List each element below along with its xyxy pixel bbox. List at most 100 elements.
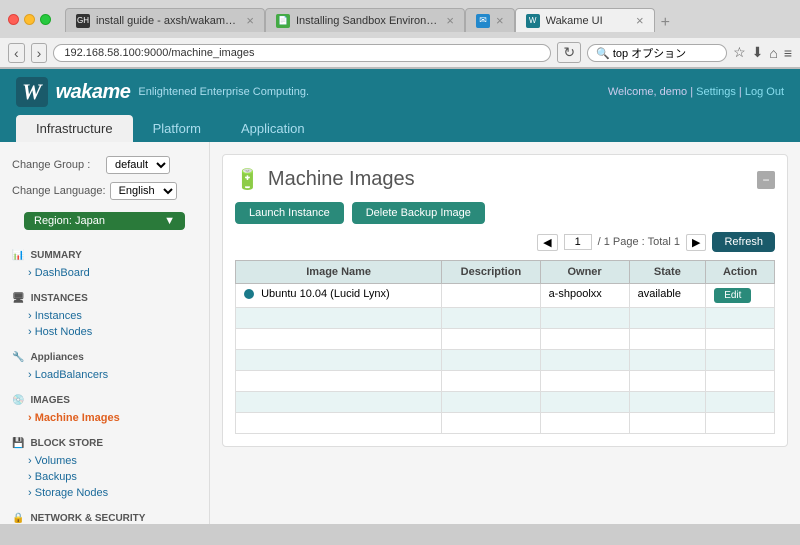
sidebar-item-hostnodes[interactable]: Host Nodes bbox=[0, 324, 209, 340]
tab-2[interactable]: 📄 Installing Sandbox Environment ... × bbox=[265, 8, 465, 32]
tab-favicon-4: W bbox=[526, 14, 540, 28]
edit-button[interactable]: Edit bbox=[714, 288, 751, 303]
page-number-input[interactable] bbox=[564, 234, 592, 250]
nav-tabs: Infrastructure Platform Application bbox=[0, 115, 800, 142]
logo-w-icon: W bbox=[22, 79, 42, 105]
table-row-empty-3 bbox=[236, 350, 775, 371]
summary-section-title: 📊 SUMMARY bbox=[0, 246, 209, 265]
tab-infrastructure[interactable]: Infrastructure bbox=[16, 115, 133, 142]
menu-icon[interactable]: ≡ bbox=[784, 45, 792, 61]
cell-image-name: Ubuntu 10.04 (Lucid Lynx) bbox=[236, 284, 442, 308]
sidebar-item-machineimages[interactable]: Machine Images bbox=[0, 410, 209, 426]
total-pages: / 1 Page : Total 1 bbox=[598, 236, 680, 248]
sidebar-section-appliances: 🔧 Appliances LoadBalancers bbox=[0, 348, 209, 383]
content-card: 🔋 Machine Images − Launch Instance Delet… bbox=[222, 154, 788, 447]
forward-button[interactable]: › bbox=[31, 43, 48, 63]
logo-area: W wakame Enlightened Enterprise Computin… bbox=[16, 77, 309, 107]
col-state: State bbox=[629, 261, 706, 284]
launch-instance-button[interactable]: Launch Instance bbox=[235, 202, 344, 224]
main-content: 🔋 Machine Images − Launch Instance Delet… bbox=[210, 142, 800, 524]
region-select[interactable]: Region: Japan ▼ bbox=[24, 212, 185, 230]
prev-page-button[interactable]: ◀ bbox=[537, 234, 557, 251]
change-group-control: Change Group : default bbox=[0, 152, 209, 178]
sidebar-item-storagenodes[interactable]: Storage Nodes bbox=[0, 485, 209, 501]
minimize-button[interactable] bbox=[24, 14, 35, 25]
sidebar-item-instances[interactable]: Instances bbox=[0, 308, 209, 324]
table-row-empty-6 bbox=[236, 413, 775, 434]
table-row: Ubuntu 10.04 (Lucid Lynx) a-shpoolxx ava… bbox=[236, 284, 775, 308]
browser-chrome: GH install guide - axsh/wakame-... × 📄 I… bbox=[0, 0, 800, 69]
pagination-bar: ◀ / 1 Page : Total 1 ▶ Refresh bbox=[235, 232, 775, 252]
reload-button[interactable]: ↻ bbox=[557, 42, 581, 63]
sidebar: Change Group : default Change Language: … bbox=[0, 142, 210, 524]
tab-title-2: Installing Sandbox Environment ... bbox=[296, 15, 440, 27]
browser-search-input[interactable] bbox=[587, 44, 727, 62]
sidebar-item-loadbalancers[interactable]: LoadBalancers bbox=[0, 367, 209, 383]
tab-application[interactable]: Application bbox=[221, 115, 325, 142]
image-icon: 💿 bbox=[12, 395, 24, 406]
address-input[interactable] bbox=[53, 44, 551, 62]
tab-platform[interactable]: Platform bbox=[133, 115, 221, 142]
content-title-area: 🔋 Machine Images bbox=[235, 167, 415, 192]
delete-backup-button[interactable]: Delete Backup Image bbox=[352, 202, 485, 224]
lock-icon: 🔒 bbox=[12, 513, 24, 524]
sidebar-item-dashboard[interactable]: DashBoard bbox=[0, 265, 209, 281]
tab-close-4[interactable]: × bbox=[636, 13, 644, 28]
content-header: 🔋 Machine Images − bbox=[235, 167, 775, 192]
tab-close-1[interactable]: × bbox=[246, 13, 254, 28]
instances-section-title: 🖥 INSTANCES bbox=[0, 289, 209, 308]
maximize-button[interactable] bbox=[40, 14, 51, 25]
cell-action: Edit bbox=[706, 284, 775, 308]
sidebar-section-blockstore: 💾 BLOCK STORE Volumes Backups Storage No… bbox=[0, 434, 209, 501]
tab-close-3[interactable]: × bbox=[496, 13, 504, 28]
logout-link[interactable]: Log Out bbox=[745, 86, 784, 98]
next-page-button[interactable]: ▶ bbox=[686, 234, 706, 251]
tab-title-4: Wakame UI bbox=[546, 15, 630, 27]
new-tab-button[interactable]: + bbox=[655, 14, 676, 32]
sidebar-section-instances: 🖥 INSTANCES Instances Host Nodes bbox=[0, 289, 209, 340]
appliance-icon: 🔧 bbox=[12, 352, 24, 363]
star-icon[interactable]: ☆ bbox=[733, 44, 746, 61]
tab-3[interactable]: ✉ × bbox=[465, 8, 515, 32]
cell-description bbox=[442, 284, 540, 308]
chart-icon: 📊 bbox=[12, 250, 24, 261]
back-button[interactable]: ‹ bbox=[8, 43, 25, 63]
sidebar-item-backups[interactable]: Backups bbox=[0, 469, 209, 485]
tab-favicon-3: ✉ bbox=[476, 14, 490, 28]
cell-state: available bbox=[629, 284, 706, 308]
change-group-select[interactable]: default bbox=[106, 156, 170, 174]
browser-addressbar: ‹ › ↻ ☆ ⬇ ⌂ ≡ bbox=[0, 38, 800, 68]
collapse-button[interactable]: − bbox=[757, 171, 775, 189]
header-user-info: Welcome, demo | Settings | Log Out bbox=[608, 86, 784, 98]
close-button[interactable] bbox=[8, 14, 19, 25]
network-section-title: 🔒 NETWORK & SECURITY bbox=[0, 509, 209, 524]
download-icon[interactable]: ⬇ bbox=[752, 44, 764, 61]
content-actions: Launch Instance Delete Backup Image bbox=[235, 202, 775, 224]
region-label: Region: Japan bbox=[34, 215, 105, 227]
page-title: Machine Images bbox=[268, 168, 415, 191]
col-owner: Owner bbox=[540, 261, 629, 284]
row-radio[interactable] bbox=[244, 289, 254, 299]
appliances-section-title: 🔧 Appliances bbox=[0, 348, 209, 367]
sidebar-section-summary: 📊 SUMMARY DashBoard bbox=[0, 246, 209, 281]
tab-close-2[interactable]: × bbox=[446, 13, 454, 28]
app-header: W wakame Enlightened Enterprise Computin… bbox=[0, 69, 800, 115]
machine-images-icon: 🔋 bbox=[235, 167, 260, 192]
logo-tagline: Enlightened Enterprise Computing. bbox=[138, 86, 309, 98]
change-group-label: Change Group : bbox=[12, 159, 102, 171]
traffic-lights bbox=[8, 14, 51, 25]
change-language-select[interactable]: English bbox=[110, 182, 177, 200]
refresh-button[interactable]: Refresh bbox=[712, 232, 775, 252]
browser-tabs: GH install guide - axsh/wakame-... × 📄 I… bbox=[57, 8, 792, 32]
tab-1[interactable]: GH install guide - axsh/wakame-... × bbox=[65, 8, 265, 32]
settings-link[interactable]: Settings bbox=[696, 86, 736, 98]
browser-titlebar: GH install guide - axsh/wakame-... × 📄 I… bbox=[0, 0, 800, 38]
logo-text: wakame bbox=[56, 81, 131, 104]
tab-favicon-2: 📄 bbox=[276, 14, 290, 28]
col-action: Action bbox=[706, 261, 775, 284]
home-icon[interactable]: ⌂ bbox=[769, 45, 777, 61]
app-container: W wakame Enlightened Enterprise Computin… bbox=[0, 69, 800, 524]
table-row-empty-1 bbox=[236, 308, 775, 329]
tab-4[interactable]: W Wakame UI × bbox=[515, 8, 655, 32]
sidebar-item-volumes[interactable]: Volumes bbox=[0, 453, 209, 469]
